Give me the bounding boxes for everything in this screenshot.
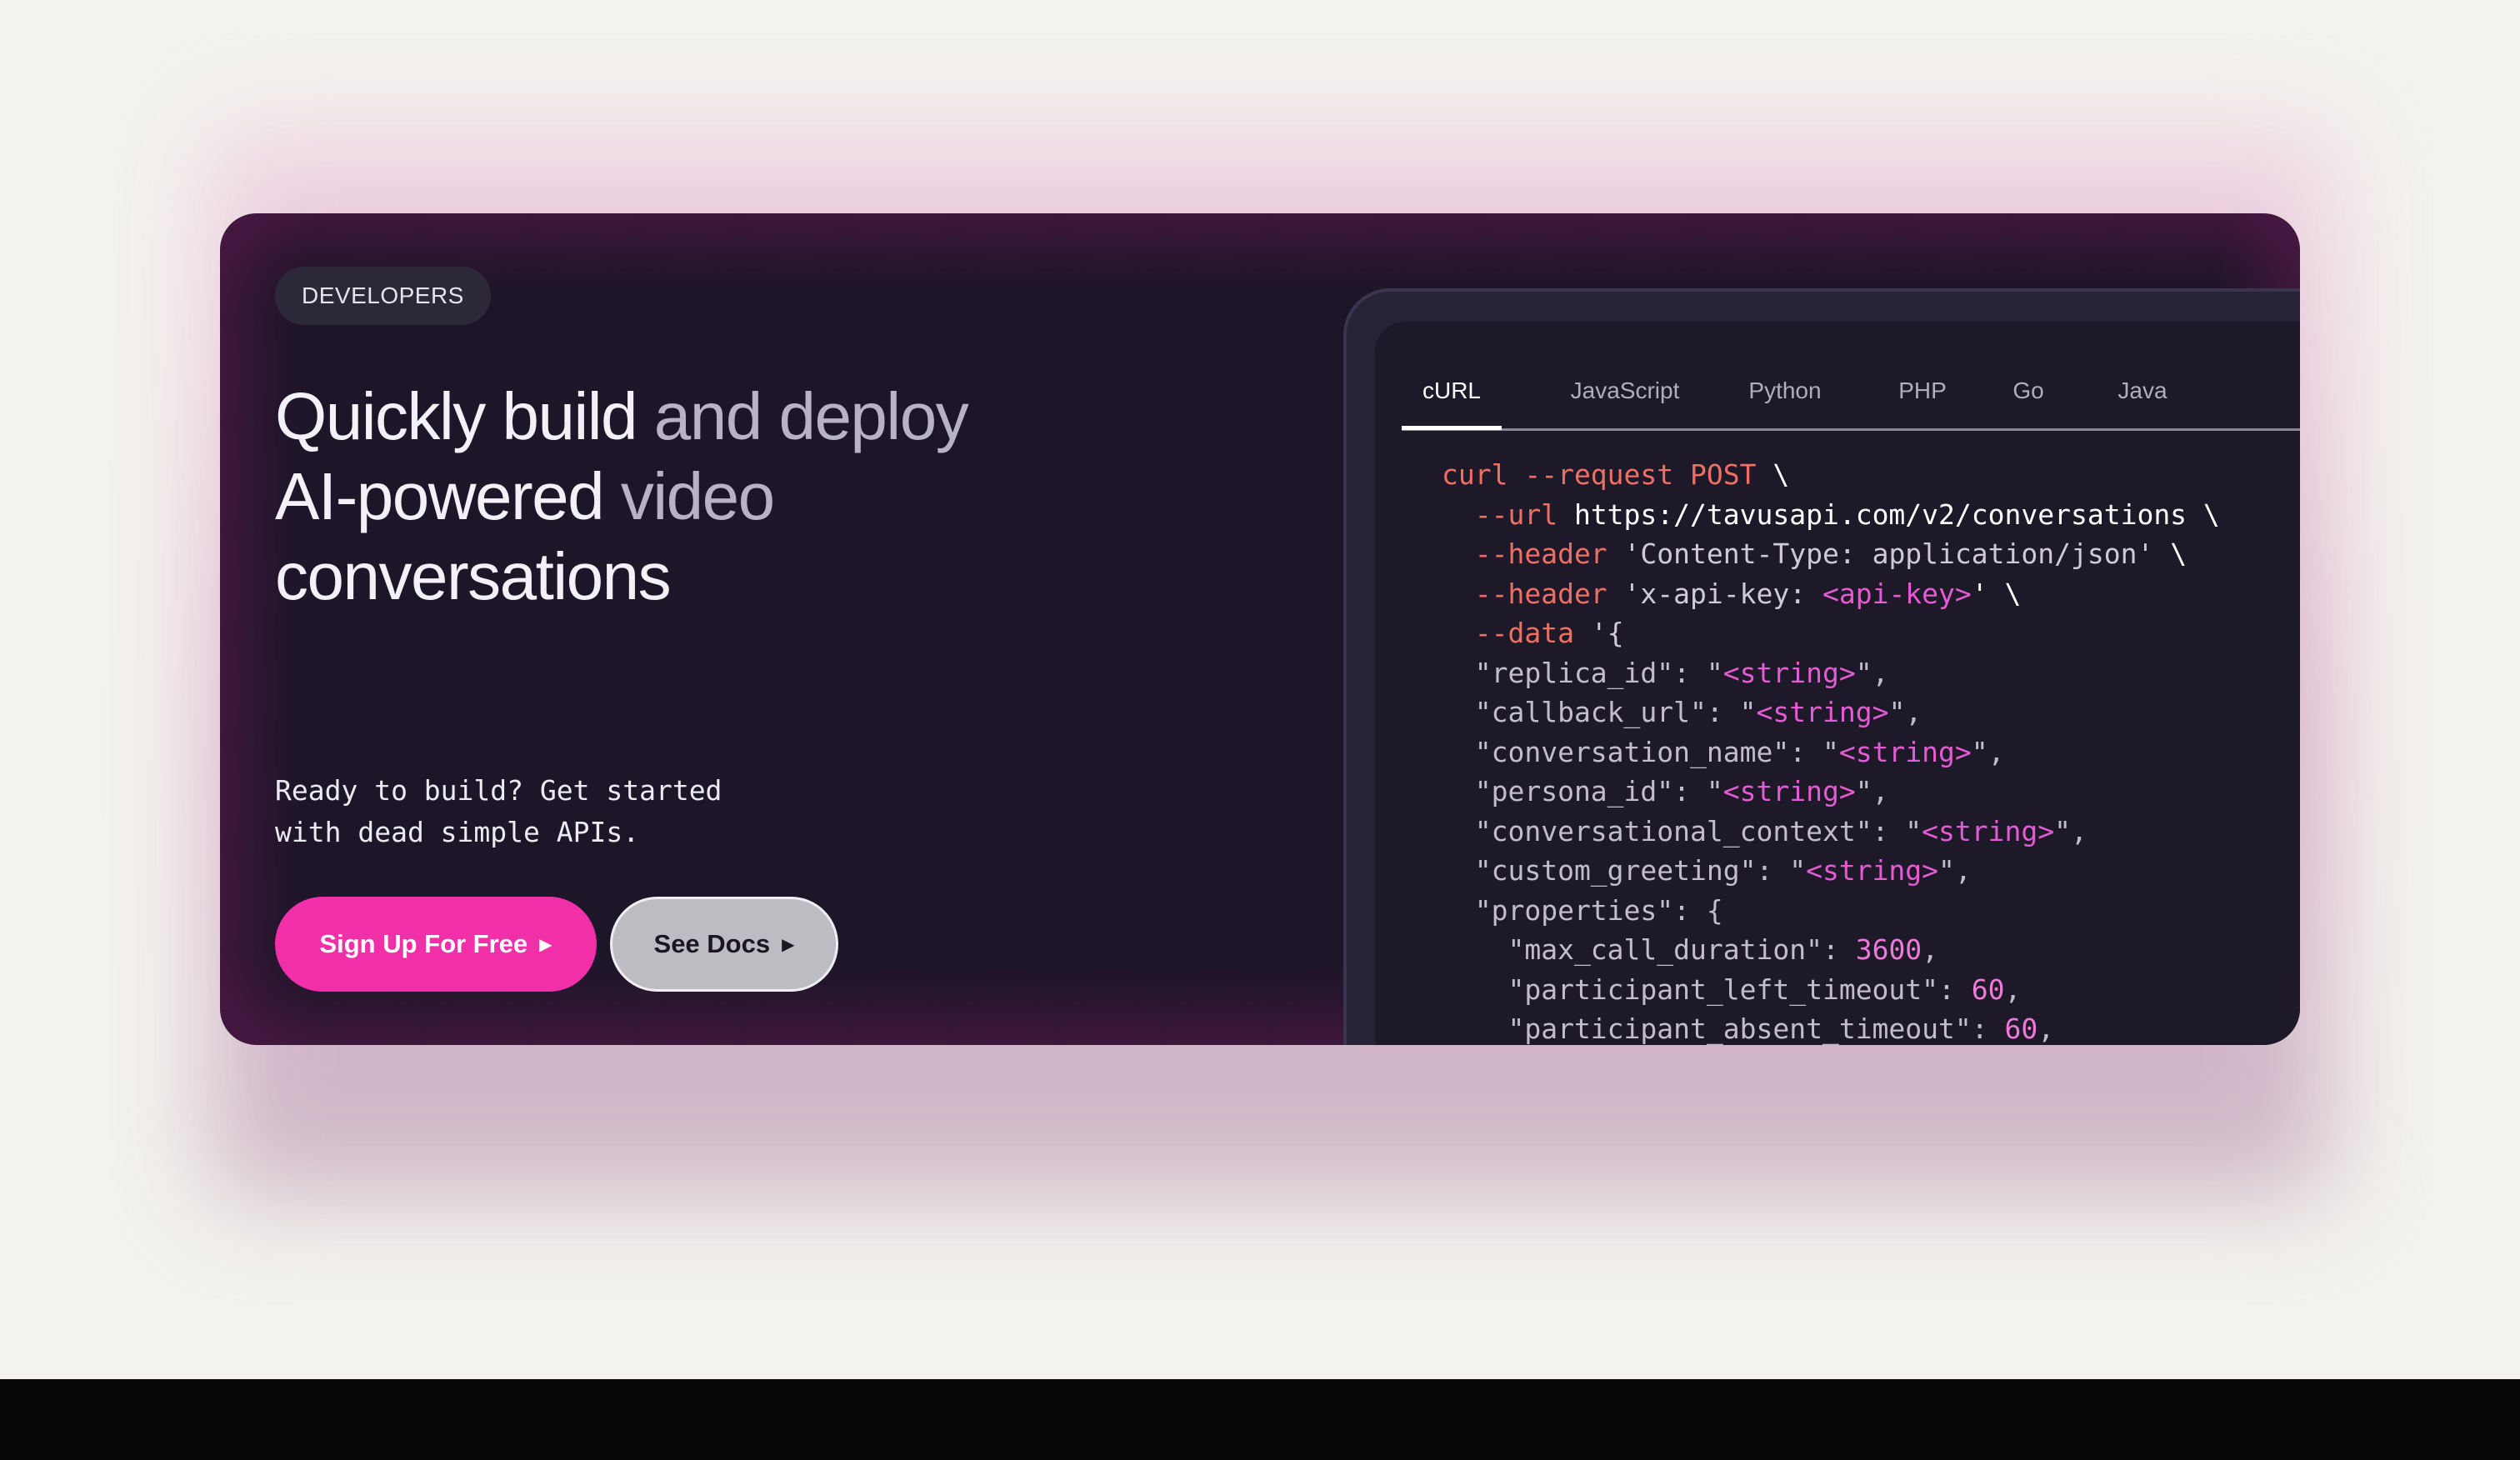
code-token: 60	[1971, 972, 2005, 1006]
code-token: <string>	[1722, 775, 1856, 808]
code-panel: cURL JavaScript Python PHP Go Java curl …	[1375, 322, 2300, 1045]
developers-badge: DEVELOPERS	[275, 267, 491, 325]
code-token: 60	[2004, 1012, 2038, 1045]
code-token: "participant_absent_timeout":	[1442, 1012, 2005, 1045]
code-token: "conversation_name": "	[1442, 735, 1839, 768]
code-token: "participant_left_timeout":	[1442, 972, 1972, 1006]
code-token: 'x-api-key:	[1607, 577, 1822, 610]
code-token: "properties": {	[1442, 893, 1723, 927]
code-token: ",	[1855, 656, 1889, 689]
code-token: "replica_id": "	[1442, 656, 1723, 689]
code-token: ",	[1888, 696, 1922, 728]
code-token: ",	[1971, 735, 2005, 768]
headline-part: video	[603, 459, 775, 533]
code-token: ' \	[1971, 577, 2022, 610]
code-token: --data	[1442, 617, 1574, 649]
code-token: ",	[1855, 775, 1889, 808]
tab-php[interactable]: PHP	[1885, 362, 1960, 428]
code-token: '{	[1573, 617, 1624, 649]
code-token: \	[2187, 498, 2220, 531]
tab-python[interactable]: Python	[1735, 362, 1835, 428]
code-token: 3600	[1855, 933, 1922, 966]
sign-up-button[interactable]: Sign Up For Free ▶	[275, 897, 597, 992]
code-token: ",	[1938, 854, 1972, 887]
code-token: "persona_id": "	[1442, 775, 1723, 808]
code-token: \	[1756, 458, 1790, 491]
code-token: <string>	[1756, 696, 1889, 728]
tab-go[interactable]: Go	[2003, 362, 2053, 428]
tagline-line: Ready to build? Get started	[275, 774, 722, 807]
code-token: \	[2153, 538, 2188, 570]
tab-javascript[interactable]: JavaScript	[1550, 362, 1700, 428]
developers-hero-card: DEVELOPERS Quickly build and deploy AI-p…	[220, 213, 2300, 1045]
headline-part: AI-powered	[275, 459, 605, 533]
code-token: ,	[2038, 1012, 2055, 1045]
code-token: <string>	[1806, 854, 1939, 887]
code-token: <api-key>	[1822, 577, 1972, 610]
code-token: ,	[2004, 972, 2022, 1006]
tab-java[interactable]: Java	[2105, 362, 2180, 428]
language-tabs: cURL JavaScript Python PHP Go Java	[1402, 362, 2300, 431]
code-token: "callback_url": "	[1442, 696, 1757, 728]
code-token: <string>	[1838, 735, 1972, 768]
code-token: 'Content-Type: application/json'	[1607, 538, 2154, 570]
code-token: "custom_greeting": "	[1442, 854, 1807, 887]
see-docs-label: See Docs	[653, 929, 771, 958]
code-token: --header	[1442, 538, 1608, 570]
headline-part: and deploy	[637, 379, 969, 453]
code-token: --header	[1442, 577, 1608, 610]
sign-up-label: Sign Up For Free	[319, 929, 528, 958]
code-token: ",	[2054, 814, 2088, 848]
code-token: curl --request POST	[1442, 458, 1757, 491]
code-token: --url	[1442, 498, 1558, 531]
play-arrow-icon: ▶	[782, 936, 795, 954]
code-token: <string>	[1722, 656, 1856, 689]
tagline: Ready to build? Get started with dead si…	[275, 770, 858, 853]
play-arrow-icon: ▶	[539, 936, 552, 954]
tab-curl[interactable]: cURL	[1402, 362, 1502, 430]
page-title: Quickly build and deploy AI-powered vide…	[275, 377, 1192, 617]
headline-part: conversations	[275, 539, 672, 613]
code-token: ,	[1922, 933, 1939, 966]
code-token: https://tavusapi.com/v2/conversations	[1558, 498, 2188, 531]
see-docs-button[interactable]: See Docs ▶	[610, 897, 838, 992]
code-token: "max_call_duration":	[1442, 933, 1856, 966]
code-snippet: curl --request POST \ --url https://tavu…	[1442, 455, 2220, 1045]
code-token: "conversational_context": "	[1442, 814, 1922, 848]
headline-part: Quickly build	[275, 379, 638, 453]
bottom-bar	[0, 1379, 2520, 1460]
tagline-line: with dead simple APIs.	[275, 816, 640, 848]
code-token: <string>	[1922, 814, 2055, 848]
